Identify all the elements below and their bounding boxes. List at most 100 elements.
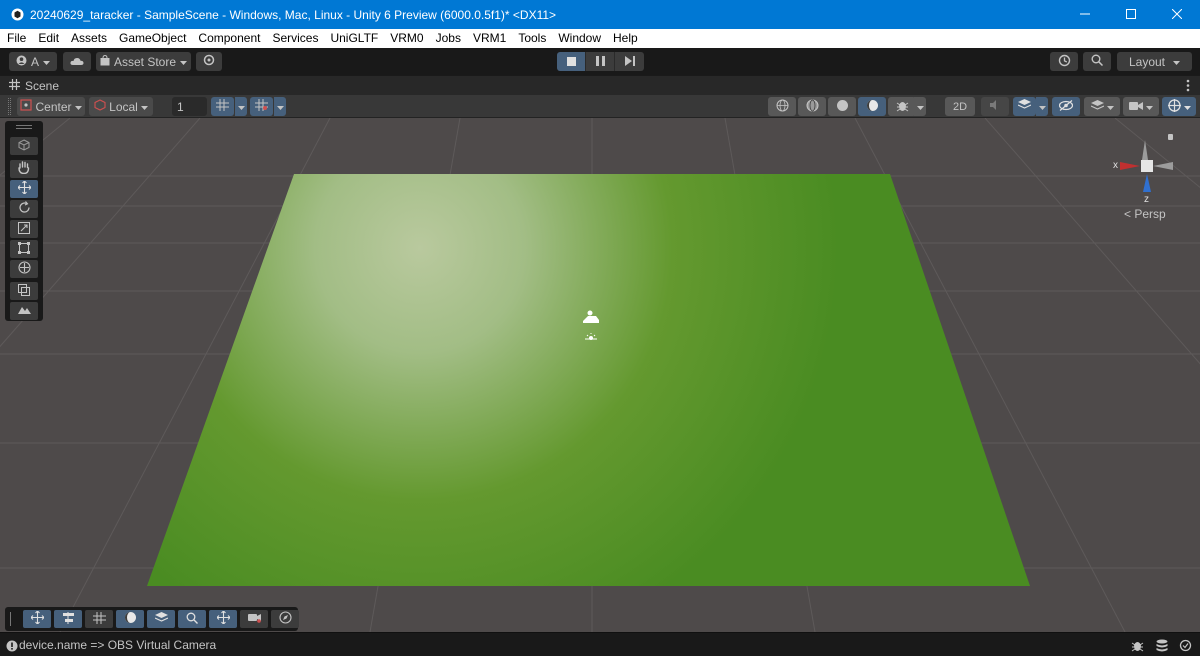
draw-mode-dropdown[interactable] xyxy=(914,97,926,116)
bug-icon[interactable] xyxy=(1130,638,1145,653)
minimize-button[interactable] xyxy=(1062,0,1108,29)
overlay-search-button[interactable] xyxy=(178,610,206,628)
account-button[interactable]: A xyxy=(9,52,57,71)
move-tool-button[interactable] xyxy=(10,180,38,198)
overlay-drag-handle[interactable] xyxy=(16,125,32,129)
status-message[interactable]: device.name => OBS Virtual Camera xyxy=(19,638,216,652)
debug-draw-mode-button[interactable] xyxy=(888,97,916,116)
play-controls xyxy=(557,52,644,71)
status-bar: device.name => OBS Virtual Camera xyxy=(0,632,1200,656)
menu-bar: File Edit Assets GameObject Component Se… xyxy=(0,29,1200,48)
negative-x-axis-cone[interactable] xyxy=(1153,162,1173,170)
menu-component[interactable]: Component xyxy=(192,29,266,48)
overlay-drag-handle[interactable] xyxy=(10,612,13,626)
overlay-shading-button[interactable] xyxy=(116,610,144,628)
overlay-effects-button[interactable] xyxy=(147,610,175,628)
scale-tool-button[interactable] xyxy=(10,220,38,238)
step-button[interactable] xyxy=(615,52,644,71)
custom-tools-button[interactable] xyxy=(10,282,38,300)
move-arrows-icon xyxy=(29,610,45,627)
tab-scene-label: Scene xyxy=(25,79,60,93)
tools-overlay xyxy=(5,121,43,321)
unlit-shading-button[interactable] xyxy=(828,97,856,116)
chevron-down-icon xyxy=(1173,55,1181,69)
wireframe-shading-button[interactable] xyxy=(768,97,796,116)
effects-toggle[interactable] xyxy=(1013,97,1036,116)
x-axis-cone[interactable] xyxy=(1120,162,1140,170)
overlay-pan-button[interactable] xyxy=(209,610,237,628)
terrain-tool-button[interactable] xyxy=(10,302,38,320)
minimize-icon xyxy=(1080,8,1090,22)
layers-dropdown[interactable] xyxy=(1084,97,1120,116)
gizmos-dropdown[interactable] xyxy=(1162,97,1196,116)
chevron-down-icon xyxy=(237,100,245,114)
maximize-icon xyxy=(1126,8,1136,22)
menu-help[interactable]: Help xyxy=(607,29,644,48)
overlay-grid-button[interactable] xyxy=(85,610,113,628)
package-manager-button[interactable] xyxy=(196,52,222,71)
snap-increment-button[interactable] xyxy=(250,97,273,116)
y-axis-cone[interactable] xyxy=(1142,140,1148,160)
overlay-move-button[interactable] xyxy=(23,610,51,628)
search-button[interactable] xyxy=(1083,52,1111,71)
cloud-button[interactable] xyxy=(63,52,91,71)
shaded-mode-button[interactable] xyxy=(858,97,886,116)
menu-unigltf[interactable]: UniGLTF xyxy=(324,29,384,48)
asset-store-button[interactable]: Asset Store xyxy=(96,52,191,71)
maximize-button[interactable] xyxy=(1108,0,1154,29)
database-icon[interactable] xyxy=(1154,638,1169,653)
undo-history-button[interactable] xyxy=(1050,52,1078,71)
rotate-tool-button[interactable] xyxy=(10,200,38,218)
grid-snap-increment-field[interactable]: 1 xyxy=(172,97,207,116)
scene-view[interactable] xyxy=(0,118,1200,632)
overlay-align-button[interactable] xyxy=(54,610,82,628)
audio-toggle[interactable] xyxy=(981,97,1009,116)
ground-plane[interactable] xyxy=(147,174,1030,586)
menu-file[interactable]: File xyxy=(1,29,32,48)
align-icon xyxy=(62,611,75,627)
overlay-camera-button[interactable] xyxy=(240,610,268,628)
tab-scene[interactable]: Scene xyxy=(3,76,67,96)
menu-gameobject[interactable]: GameObject xyxy=(113,29,192,48)
camera-settings-dropdown[interactable] xyxy=(1123,97,1159,116)
pivot-space-dropdown[interactable]: Local xyxy=(89,97,153,116)
play-button[interactable] xyxy=(557,52,586,71)
snap-options-dropdown[interactable] xyxy=(274,97,286,116)
overlay-navigation-button[interactable] xyxy=(271,610,299,628)
layout-dropdown[interactable]: Layout xyxy=(1117,52,1192,71)
projection-toggle[interactable]: < Persp xyxy=(1124,207,1166,221)
rect-tool-button[interactable] xyxy=(10,240,38,258)
compile-status-icon[interactable] xyxy=(1178,638,1193,653)
grid-options-dropdown[interactable] xyxy=(235,97,247,116)
shaded-wireframe-button[interactable] xyxy=(798,97,826,116)
pause-button[interactable] xyxy=(586,52,615,71)
menu-vrm0[interactable]: VRM0 xyxy=(384,29,429,48)
account-icon xyxy=(16,55,27,69)
gizmo-center-cube[interactable] xyxy=(1141,160,1153,172)
toolbar-drag-handle[interactable] xyxy=(8,98,11,115)
menu-vrm1[interactable]: VRM1 xyxy=(467,29,512,48)
view-tool-button[interactable] xyxy=(10,137,38,155)
close-icon xyxy=(1171,8,1183,22)
hand-tool-button[interactable] xyxy=(10,160,38,178)
video-camera-icon xyxy=(1129,100,1143,114)
z-axis-cone[interactable] xyxy=(1143,174,1151,192)
pivot-mode-dropdown[interactable]: Center xyxy=(17,97,85,116)
asset-store-label: Asset Store xyxy=(113,54,177,69)
scene-visibility-toggle[interactable] xyxy=(1052,97,1080,116)
compass-icon xyxy=(278,611,292,627)
mode-2d-toggle[interactable]: 2D xyxy=(945,97,975,116)
effects-dropdown[interactable] xyxy=(1036,97,1048,116)
grid-visibility-button[interactable] xyxy=(211,97,234,116)
menu-window[interactable]: Window xyxy=(552,29,607,48)
menu-assets[interactable]: Assets xyxy=(65,29,113,48)
menu-edit[interactable]: Edit xyxy=(32,29,65,48)
menu-tools[interactable]: Tools xyxy=(512,29,552,48)
menu-jobs[interactable]: Jobs xyxy=(430,29,467,48)
menu-services[interactable]: Services xyxy=(266,29,324,48)
chevron-down-icon xyxy=(1106,100,1114,114)
tab-menu-button[interactable] xyxy=(1186,79,1190,95)
camera-icon xyxy=(247,612,261,626)
close-button[interactable] xyxy=(1154,0,1200,29)
transform-tool-button[interactable] xyxy=(10,260,38,278)
